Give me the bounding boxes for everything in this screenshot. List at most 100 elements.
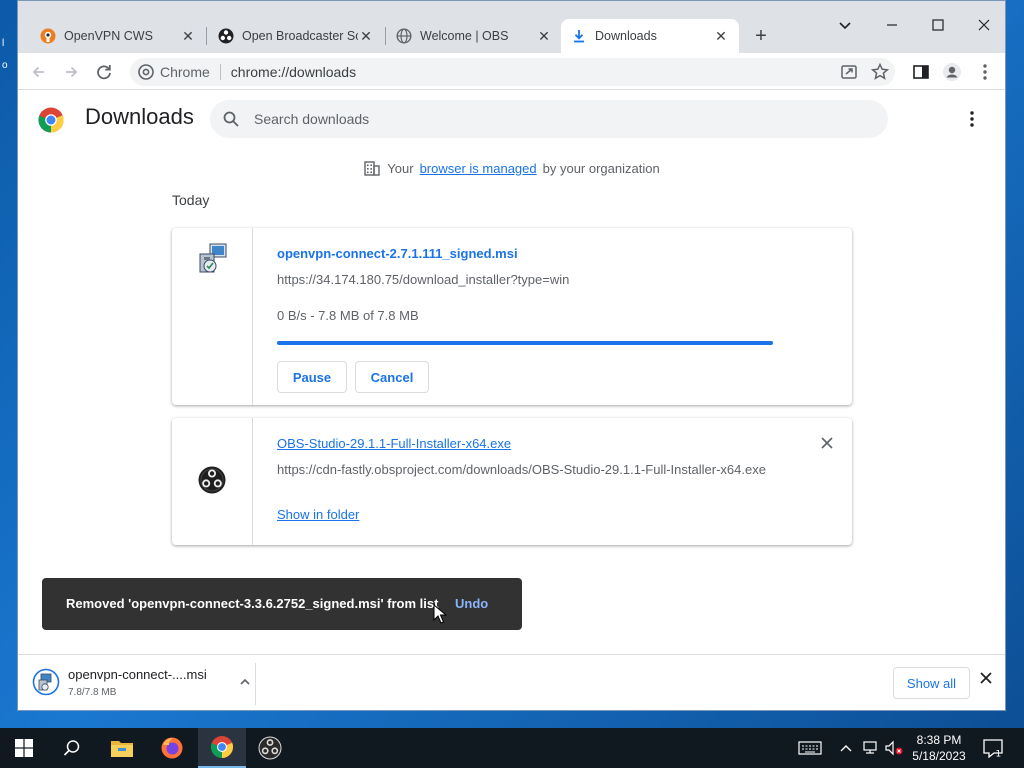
- msi-file-icon: [32, 668, 60, 696]
- tab-close-icon[interactable]: ✕: [536, 28, 552, 45]
- source-url[interactable]: https://cdn-fastly.obsproject.com/downlo…: [277, 462, 766, 477]
- pause-button[interactable]: Pause: [277, 361, 347, 393]
- chrome-site-icon: [138, 64, 154, 80]
- tab-downloads[interactable]: Downloads ✕: [561, 19, 739, 53]
- reload-icon[interactable]: [93, 61, 115, 83]
- download-icon: [574, 30, 584, 43]
- tab-divider: [206, 27, 207, 45]
- tab-close-icon[interactable]: ✕: [713, 28, 729, 45]
- taskbar-clock[interactable]: 8:38 PM 5/18/2023: [908, 732, 970, 764]
- notification-center-icon[interactable]: 1: [982, 738, 1004, 758]
- network-icon[interactable]: [862, 740, 880, 756]
- chrome-window: OpenVPN CWS ✕ Open Broadcaster Soft ✕ We…: [17, 0, 1006, 711]
- globe-icon: [396, 28, 412, 44]
- page-title: Downloads: [85, 104, 194, 129]
- show-in-folder-link[interactable]: Show in folder: [277, 507, 359, 522]
- tab-title: Downloads: [595, 29, 657, 43]
- taskbar-firefox[interactable]: [148, 728, 196, 768]
- msi-installer-icon: [199, 243, 227, 273]
- search-icon: [223, 111, 239, 127]
- desktop-edge-glyph: l: [2, 38, 5, 49]
- taskbar-obs[interactable]: [246, 728, 294, 768]
- shelf-divider: [255, 663, 256, 705]
- tab-openvpn[interactable]: OpenVPN CWS ✕: [30, 19, 206, 53]
- chevron-up-icon[interactable]: [238, 675, 252, 689]
- tab-search-chevron-icon[interactable]: [833, 13, 857, 37]
- url-text: chrome://downloads: [230, 64, 357, 80]
- start-button[interactable]: [0, 728, 48, 768]
- shelf-item-size: 7.8/7.8 MB: [68, 687, 117, 698]
- managed-suffix: by your organization: [542, 160, 660, 176]
- search-icon: [63, 740, 80, 756]
- omnibox-divider: [219, 64, 221, 80]
- profile-avatar-icon[interactable]: [941, 61, 963, 83]
- close-shelf-icon[interactable]: [979, 671, 993, 685]
- search-bar[interactable]: [210, 100, 888, 138]
- notification-count: 1: [996, 750, 1002, 759]
- firefox-icon: [161, 737, 183, 759]
- mouse-cursor-icon: [433, 604, 447, 624]
- shelf-item-name: openvpn-connect-....msi: [68, 667, 207, 682]
- show-all-button[interactable]: Show all: [893, 667, 970, 699]
- download-status: 0 B/s - 7.8 MB of 7.8 MB: [277, 308, 419, 323]
- removed-toast: Removed 'openvpn-connect-3.3.6.2752_sign…: [42, 578, 522, 630]
- share-icon[interactable]: [838, 61, 860, 83]
- download-card-openvpn: openvpn-connect-2.7.1.111_signed.msi htt…: [172, 228, 852, 405]
- tab-title: Open Broadcaster Soft: [242, 29, 358, 43]
- site-chip[interactable]: Chrome: [138, 64, 210, 80]
- tab-strip: OpenVPN CWS ✕ Open Broadcaster Soft ✕ We…: [18, 1, 1005, 53]
- downloads-header: Downloads: [18, 90, 1005, 148]
- address-bar[interactable]: Chrome chrome://downloads: [130, 58, 895, 86]
- chrome-icon: [210, 736, 234, 759]
- side-panel-icon[interactable]: [910, 61, 932, 83]
- tab-close-icon[interactable]: ✕: [180, 28, 196, 45]
- chrome-menu-icon[interactable]: [974, 61, 996, 83]
- download-card-obs: OBS-Studio-29.1.1-Full-Installer-x64.exe…: [172, 418, 852, 545]
- managed-link[interactable]: browser is managed: [420, 161, 537, 176]
- managed-notice: Your browser is managed by your organiza…: [18, 159, 1005, 177]
- file-name-link[interactable]: openvpn-connect-2.7.1.111_signed.msi: [277, 246, 518, 261]
- taskbar-file-explorer[interactable]: [98, 728, 146, 768]
- tab-welcome-obs[interactable]: Welcome | OBS ✕: [386, 19, 562, 53]
- tab-close-icon[interactable]: ✕: [358, 28, 374, 45]
- clock-date: 5/18/2023: [912, 749, 966, 763]
- remove-from-list-icon[interactable]: [820, 436, 834, 450]
- desktop-edge-glyph: o: [2, 60, 8, 71]
- back-arrow-icon[interactable]: [28, 61, 50, 83]
- windows-logo-icon: [15, 739, 33, 757]
- progress-fill: [277, 341, 773, 345]
- managed-prefix: Your: [387, 160, 414, 176]
- tab-title: OpenVPN CWS: [64, 29, 153, 43]
- tray-chevron-up-icon[interactable]: [840, 740, 852, 756]
- volume-muted-icon[interactable]: [884, 740, 904, 756]
- folder-icon: [111, 741, 133, 757]
- openvpn-icon: [40, 28, 56, 44]
- more-actions-icon[interactable]: [963, 110, 981, 128]
- forward-arrow-icon[interactable]: [60, 61, 82, 83]
- toast-message: Removed 'openvpn-connect-3.3.6.2752_sign…: [66, 596, 439, 611]
- tab-obs-project[interactable]: Open Broadcaster Soft ✕: [208, 19, 384, 53]
- obs-icon: [258, 736, 282, 760]
- search-input[interactable]: [254, 111, 854, 127]
- bookmark-star-icon[interactable]: [869, 61, 891, 83]
- undo-button[interactable]: Undo: [455, 596, 488, 611]
- progress-bar: [277, 341, 773, 345]
- browser-toolbar: Chrome chrome://downloads: [18, 53, 1005, 90]
- shelf-download-item[interactable]: openvpn-connect-....msi 7.8/7.8 MB: [32, 663, 254, 705]
- section-date-label: Today: [172, 192, 210, 208]
- obs-app-icon: [198, 466, 226, 494]
- obs-icon: [218, 28, 234, 44]
- source-url[interactable]: https://34.174.180.75/download_installer…: [277, 272, 569, 287]
- windows-taskbar: 8:38 PM 5/18/2023 1: [0, 728, 1024, 768]
- maximize-icon[interactable]: [926, 13, 950, 37]
- taskbar-chrome[interactable]: [198, 728, 246, 768]
- close-window-icon[interactable]: [972, 13, 996, 37]
- minimize-icon[interactable]: [880, 13, 904, 37]
- file-name-link[interactable]: OBS-Studio-29.1.1-Full-Installer-x64.exe: [277, 436, 511, 451]
- taskbar-search-button[interactable]: [48, 728, 96, 768]
- new-tab-button[interactable]: +: [750, 25, 772, 47]
- cancel-button[interactable]: Cancel: [355, 361, 429, 393]
- clock-time: 8:38 PM: [916, 733, 962, 747]
- file-icon-column: [172, 228, 253, 405]
- keyboard-icon[interactable]: [798, 740, 822, 756]
